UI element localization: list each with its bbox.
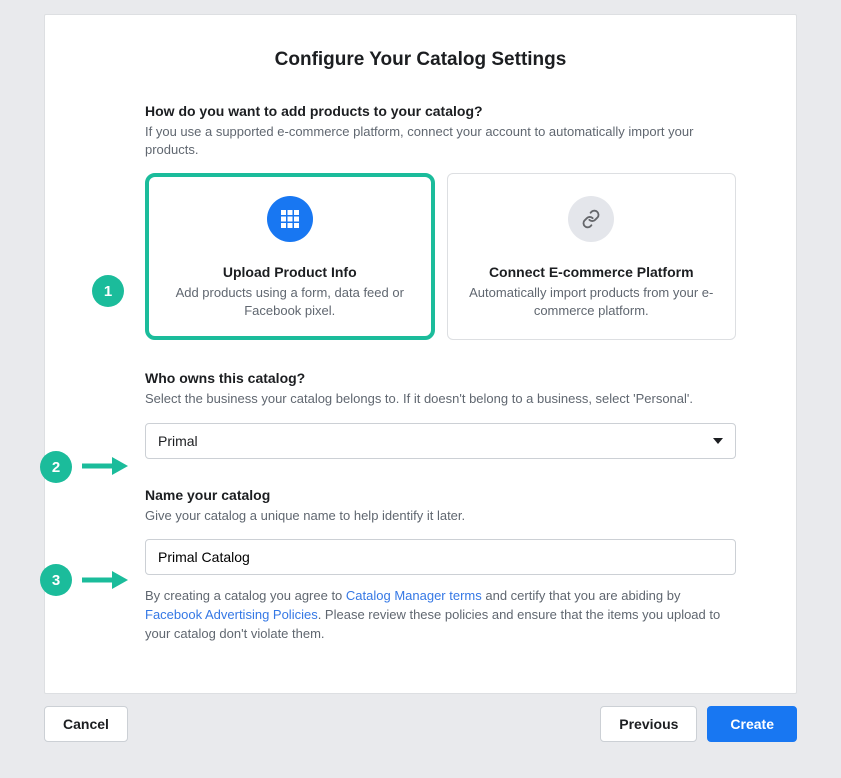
legal-pre: By creating a catalog you agree to — [145, 588, 346, 603]
owner-selected-value: Primal — [158, 433, 198, 449]
step-badge-1: 1 — [92, 275, 124, 307]
grid-icon — [267, 196, 313, 242]
footer-right: Previous Create — [600, 706, 797, 742]
option-upload-product-info[interactable]: Upload Product Info Add products using a… — [145, 173, 435, 340]
option-title: Upload Product Info — [164, 264, 416, 280]
arrow-icon — [80, 565, 128, 595]
create-button[interactable]: Create — [707, 706, 797, 742]
caret-down-icon — [713, 438, 723, 444]
section-heading: Name your catalog — [145, 487, 736, 503]
section-subtext: Select the business your catalog belongs… — [145, 390, 736, 408]
legal-text: By creating a catalog you agree to Catal… — [145, 587, 736, 644]
step-badge-3: 3 — [40, 564, 72, 596]
section-name: Name your catalog Give your catalog a un… — [145, 487, 736, 644]
dialog-footer: Cancel Previous Create — [0, 694, 841, 742]
dialog-card: Configure Your Catalog Settings How do y… — [44, 14, 797, 694]
option-connect-ecommerce[interactable]: Connect E-commerce Platform Automaticall… — [447, 173, 737, 340]
content-area: How do you want to add products to your … — [145, 103, 736, 643]
cancel-button[interactable]: Cancel — [44, 706, 128, 742]
section-subtext: If you use a supported e-commerce platfo… — [145, 123, 736, 159]
advertising-policies-link[interactable]: Facebook Advertising Policies — [145, 607, 318, 622]
section-heading: How do you want to add products to your … — [145, 103, 736, 119]
previous-button[interactable]: Previous — [600, 706, 697, 742]
page-title: Configure Your Catalog Settings — [105, 49, 736, 71]
section-heading: Who owns this catalog? — [145, 370, 736, 386]
section-owner: Who owns this catalog? Select the busine… — [145, 370, 736, 458]
option-desc: Automatically import products from your … — [466, 284, 718, 319]
option-title: Connect E-commerce Platform — [466, 264, 718, 280]
catalog-name-input[interactable] — [145, 539, 736, 575]
step-badge-2: 2 — [40, 451, 72, 483]
section-subtext: Give your catalog a unique name to help … — [145, 507, 736, 525]
section-add-products: How do you want to add products to your … — [145, 103, 736, 340]
owner-select[interactable]: Primal — [145, 423, 736, 459]
arrow-icon — [80, 451, 128, 481]
catalog-terms-link[interactable]: Catalog Manager terms — [346, 588, 482, 603]
legal-mid: and certify that you are abiding by — [482, 588, 681, 603]
link-icon — [568, 196, 614, 242]
options-row: Upload Product Info Add products using a… — [145, 173, 736, 340]
option-desc: Add products using a form, data feed or … — [164, 284, 416, 319]
